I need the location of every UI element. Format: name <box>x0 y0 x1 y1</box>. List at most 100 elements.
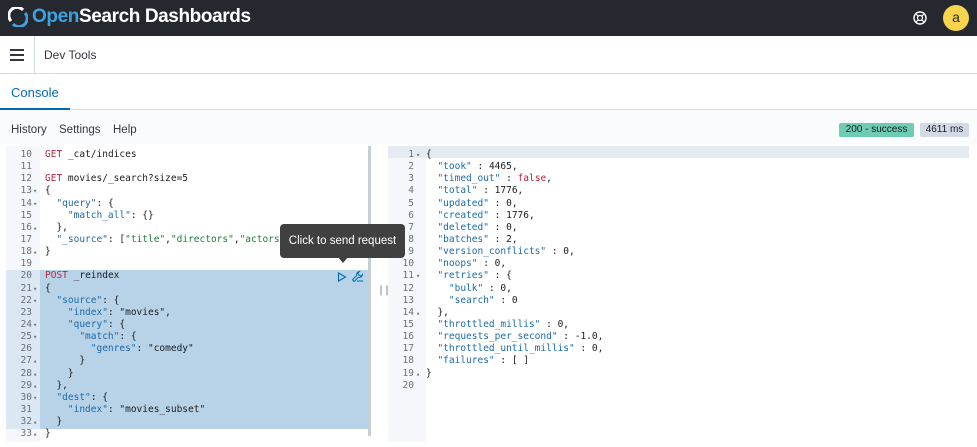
line-number: 20 <box>20 270 32 282</box>
line-number: 30 <box>20 391 32 403</box>
line-number: 23 <box>20 306 32 318</box>
code-text: "match_all": {} <box>67 209 154 221</box>
fold-toggle-icon[interactable]: ▴ <box>33 368 37 380</box>
user-avatar[interactable]: a <box>943 5 969 31</box>
code-text: "updated" : 0, <box>437 197 518 209</box>
code-text: "throttled_millis" : 0, <box>437 318 570 330</box>
line-number: 18 <box>20 246 32 258</box>
line-number: 15 <box>20 209 32 221</box>
line-number: 12 <box>20 173 32 185</box>
code-text: "query": { <box>56 197 114 209</box>
fold-toggle-icon[interactable]: ▴ <box>33 416 37 428</box>
code-text: }, <box>45 221 68 233</box>
breadcrumb-dev-tools[interactable]: Dev Tools <box>44 48 96 62</box>
request-editor[interactable]: 10 GET _cat/indices 11 12 GET movies/_search… <box>6 146 370 442</box>
code-text: } <box>45 416 63 428</box>
fold-toggle-icon[interactable]: ▴ <box>33 246 37 258</box>
code-text: "failures" : [ ] <box>437 355 529 367</box>
fold-toggle-icon[interactable]: ▴ <box>33 355 37 367</box>
header-divider <box>34 36 35 74</box>
help-ring-icon[interactable] <box>912 10 928 26</box>
code-text: "deleted" : 0, <box>437 221 518 233</box>
fold-toggle-icon[interactable]: ▾ <box>33 283 37 295</box>
code-text: "retries" : { <box>437 270 512 282</box>
play-icon[interactable] <box>337 272 347 282</box>
code-text: "source": { <box>56 294 120 306</box>
tooltip-arrow <box>337 256 349 263</box>
code-text: "genres": "comedy" <box>90 343 194 355</box>
line-number: 15 <box>402 318 414 330</box>
fold-toggle-icon[interactable]: ▾ <box>33 319 37 331</box>
line-number: 22 <box>20 294 32 306</box>
line-number: 14 <box>20 197 32 209</box>
code-text: } <box>426 367 432 379</box>
code-text: "timed_out" : false, <box>437 173 552 185</box>
line-number: 4 <box>408 185 414 197</box>
line-number: 13 <box>402 294 414 306</box>
fold-toggle-icon[interactable]: ▾ <box>33 198 37 210</box>
line-number: 1 <box>408 149 414 160</box>
code-text: "match": { <box>79 331 137 343</box>
wrench-icon[interactable] <box>351 270 364 283</box>
line-number: 12 <box>402 282 414 294</box>
fold-toggle-icon[interactable]: ▾ <box>416 149 420 161</box>
line-number: 19 <box>402 367 414 379</box>
fold-toggle-icon[interactable]: ▴ <box>416 368 420 380</box>
code-text: "total" : 1776, <box>437 185 524 197</box>
menu-settings[interactable]: Settings <box>59 124 101 136</box>
logo-text-open: Open <box>32 6 79 27</box>
line-number: 17 <box>20 233 32 245</box>
line-number: 21 <box>20 282 32 294</box>
line-number: 11 <box>402 270 414 282</box>
line-number: 24 <box>20 318 32 330</box>
code-text: } <box>45 246 51 258</box>
code-text: "index": "movies", <box>67 306 171 318</box>
top-nav-bar: OpenSearch Dashboards a <box>0 0 977 36</box>
line-number: 32 <box>20 416 32 428</box>
active-line-highlight <box>388 146 969 158</box>
line-number: 2 <box>408 161 414 173</box>
opensearch-logo-icon <box>8 7 28 27</box>
fold-toggle-icon[interactable]: ▴ <box>33 380 37 392</box>
line-number: 14 <box>402 306 414 318</box>
line-number: 20 <box>402 379 414 391</box>
code-text: GET movies/_search?size=5 <box>45 173 189 185</box>
code-text: "requests_per_second" : -1.0, <box>437 331 604 343</box>
fold-toggle-icon[interactable]: ▾ <box>416 270 420 282</box>
fold-toggle-icon[interactable]: ▴ <box>33 222 37 234</box>
fold-toggle-icon[interactable]: ▾ <box>33 295 37 307</box>
code-text: } <box>45 355 86 367</box>
code-text: "_source": ["title","directors","actors" <box>56 233 286 245</box>
line-number: 25 <box>20 331 32 343</box>
app-header: Dev Tools <box>0 36 977 74</box>
hamburger-menu-icon[interactable] <box>10 49 24 61</box>
fold-toggle-icon[interactable]: ▾ <box>33 392 37 404</box>
line-number: 29 <box>20 379 32 391</box>
line-number: 31 <box>20 403 32 415</box>
line-number: 19 <box>20 258 32 270</box>
code-text: "index": "movies_subset" <box>67 403 206 415</box>
code-text: } <box>45 428 51 440</box>
tab-console[interactable]: Console <box>0 74 70 110</box>
code-text: } <box>45 367 74 379</box>
fold-toggle-icon[interactable]: ▾ <box>33 185 37 197</box>
console-menu-bar: History Settings Help <box>0 110 977 144</box>
line-number: 11 <box>20 161 32 173</box>
menu-help[interactable]: Help <box>113 124 137 136</box>
request-time-badge: 4611 ms <box>920 123 969 137</box>
request-editor-scrollbar[interactable] <box>368 146 371 436</box>
line-number: 10 <box>20 149 32 160</box>
fold-toggle-icon[interactable]: ▴ <box>416 307 420 319</box>
line-number: 27 <box>20 355 32 367</box>
fold-toggle-icon[interactable]: ▴ <box>33 428 37 440</box>
line-number: 26 <box>20 343 32 355</box>
opensearch-logo[interactable]: OpenSearch Dashboards <box>8 6 251 28</box>
line-number: 17 <box>402 343 414 355</box>
response-viewer: 1 ▾{2 "took" : 4465, 3 "timed_out" : false… <box>388 146 969 442</box>
menu-history[interactable]: History <box>11 124 47 136</box>
line-number: 28 <box>20 367 32 379</box>
code-text: { <box>45 185 51 197</box>
tabs-bar: Console <box>0 74 977 110</box>
fold-toggle-icon[interactable]: ▾ <box>33 331 37 343</box>
code-text: GET _cat/indices <box>45 149 137 160</box>
